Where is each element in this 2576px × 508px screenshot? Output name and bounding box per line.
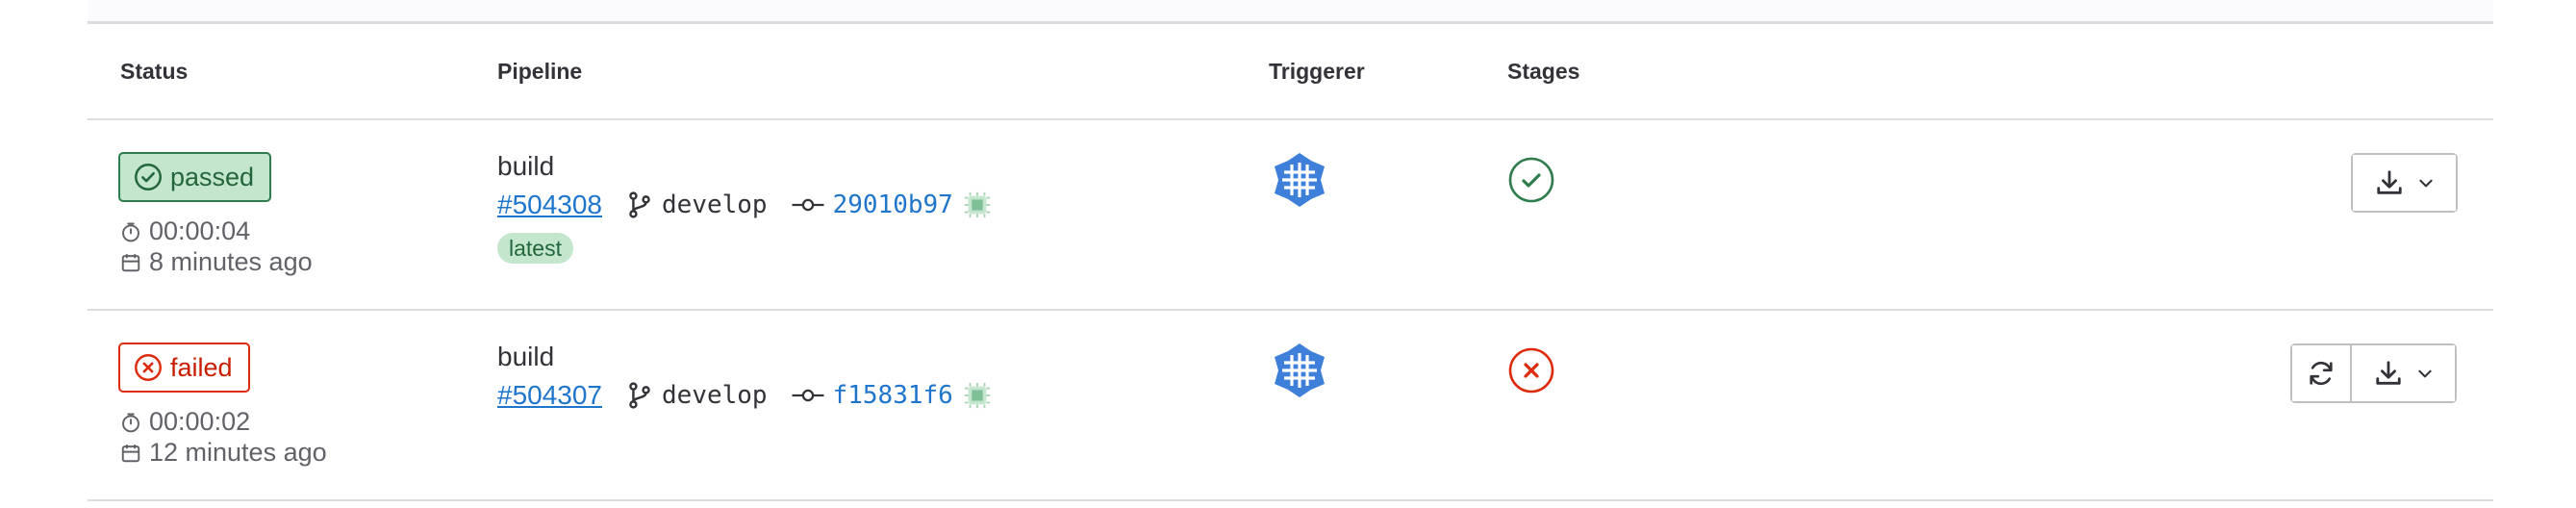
status-badge-passed[interactable]: passed — [118, 152, 272, 202]
branch-ref-link[interactable]: develop — [662, 190, 768, 219]
duration: 00:00:04 — [120, 216, 250, 246]
triggerer-avatar[interactable] — [1271, 342, 1328, 399]
finished-time: 8 minutes ago — [120, 247, 313, 277]
duration-value: 00:00:02 — [149, 407, 251, 436]
calendar-icon — [121, 253, 140, 271]
check-circle-icon — [135, 164, 162, 190]
timer-icon — [122, 413, 139, 432]
commit-author-avatar-icon — [964, 191, 990, 218]
retry-button[interactable] — [2292, 345, 2352, 401]
latest-badge: latest — [497, 233, 573, 264]
finished-value: 12 minutes ago — [149, 438, 327, 467]
commit-icon — [792, 389, 824, 402]
pipeline-info: #504307 develop f15831f6 — [497, 378, 992, 413]
duration-value: 00:00:04 — [149, 216, 251, 245]
duration: 00:00:02 — [120, 407, 250, 437]
table-row: passed 00:00:04 8 minutes ago build #504… — [88, 120, 2493, 311]
download-icon — [2376, 170, 2402, 194]
branch-icon — [629, 382, 650, 409]
pipeline-name: build — [497, 151, 555, 181]
table-header-row: Status Pipeline Triggerer Stages — [88, 24, 2493, 120]
chevron-down-icon — [2417, 369, 2432, 378]
timer-icon — [122, 222, 139, 241]
close-circle-icon — [135, 354, 162, 381]
download-artifacts-button[interactable] — [2352, 345, 2455, 401]
calendar-icon — [121, 444, 140, 462]
pipeline-id-link[interactable]: #504307 — [497, 380, 602, 411]
status-badge-failed[interactable]: failed — [118, 343, 250, 393]
chevron-down-icon — [2418, 179, 2433, 188]
header-stages: Stages — [1507, 59, 1580, 84]
download-icon — [2375, 361, 2401, 385]
finished-value: 8 minutes ago — [149, 247, 313, 276]
table-top-band — [88, 0, 2493, 24]
status-label: failed — [170, 352, 233, 382]
commit-author-avatar-icon — [964, 382, 990, 409]
pipelines-table: Status Pipeline Triggerer Stages passed … — [88, 0, 2493, 508]
pipeline-id-link[interactable]: #504308 — [497, 190, 602, 220]
branch-ref-link[interactable]: develop — [662, 381, 768, 410]
branch-icon — [629, 191, 650, 218]
pipeline-name: build — [497, 342, 555, 371]
triggerer-avatar[interactable] — [1271, 151, 1328, 209]
retry-icon — [2310, 361, 2333, 386]
row-actions — [2351, 153, 2458, 213]
status-label: passed — [170, 162, 255, 191]
row-actions — [2290, 343, 2457, 403]
header-pipeline: Pipeline — [497, 59, 583, 84]
header-status: Status — [120, 59, 189, 84]
stage-failed-icon[interactable] — [1507, 346, 1555, 394]
stage-success-icon[interactable] — [1507, 156, 1555, 204]
commit-sha-link[interactable]: f15831f6 — [833, 381, 953, 410]
download-artifacts-button[interactable] — [2353, 155, 2456, 211]
finished-time: 12 minutes ago — [120, 438, 327, 468]
pipeline-info: #504308 develop 29010b97 — [497, 188, 992, 222]
header-triggerer: Triggerer — [1269, 59, 1365, 84]
commit-sha-link[interactable]: 29010b97 — [833, 190, 953, 219]
table-row: failed 00:00:02 12 minutes ago build #50… — [88, 311, 2493, 501]
commit-icon — [792, 198, 824, 212]
